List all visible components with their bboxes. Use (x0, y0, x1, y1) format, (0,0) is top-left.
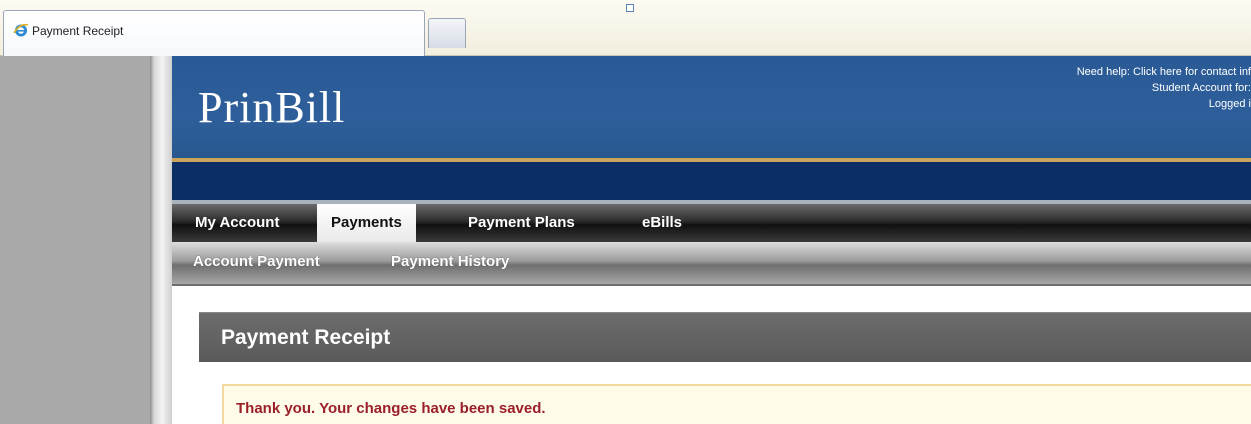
browser-tab-payment-receipt[interactable]: Payment Receipt (3, 10, 425, 56)
subnav-payment-history[interactable]: Payment History (391, 253, 509, 270)
resize-handle-top[interactable] (626, 4, 634, 12)
secondary-nav: Account Payment Payment History (172, 242, 1251, 286)
subnav-account-payment[interactable]: Account Payment (193, 253, 320, 270)
page-title: Payment Receipt (221, 326, 391, 349)
site-header: PrinBill Need help: Click here for conta… (172, 56, 1251, 158)
primary-nav: My Account Payments Payment Plans eBills (172, 204, 1251, 242)
logged-in-label: Logged i (1208, 98, 1251, 110)
success-notice: Thank you. Your changes have been saved. (222, 384, 1251, 424)
prinbill-logo[interactable]: PrinBill (198, 82, 345, 133)
left-panel-edge (150, 56, 172, 424)
new-tab-button[interactable] (428, 18, 466, 48)
main-content: Payment Receipt Thank you. Your changes … (172, 288, 1251, 424)
tab-ebills[interactable]: eBills (628, 204, 696, 242)
success-message: Thank you. Your changes have been saved. (236, 400, 546, 417)
student-account-label: Student Account for: (1151, 82, 1251, 94)
receipt-panel-header: Payment Receipt (199, 312, 1251, 362)
left-gray-panel (0, 56, 150, 424)
header-links: Need help: Click here for contact inf St… (1077, 64, 1251, 112)
help-contact-link[interactable]: Need help: Click here for contact inf (1077, 64, 1251, 80)
tab-payment-plans[interactable]: Payment Plans (454, 204, 589, 242)
header-navy-band (172, 162, 1251, 200)
browser-tab-title: Payment Receipt (32, 24, 124, 38)
tab-payments[interactable]: Payments (317, 204, 416, 242)
ie-icon (13, 23, 29, 37)
tab-my-account[interactable]: My Account (181, 204, 293, 242)
